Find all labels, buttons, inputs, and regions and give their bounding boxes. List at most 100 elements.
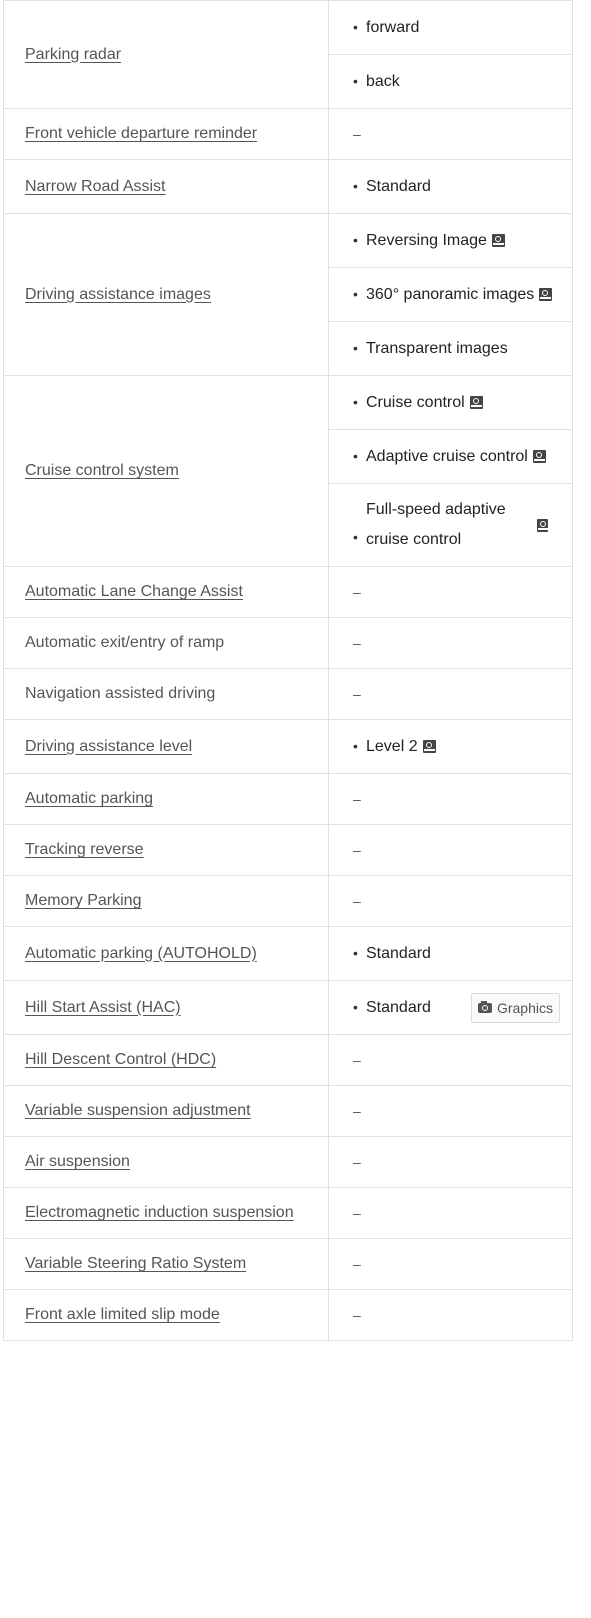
spec-name-cell: Automatic parking (AUTOHOLD) (3, 926, 329, 981)
spec-value-empty: – (353, 125, 361, 142)
spec-name-link[interactable]: Automatic parking (25, 790, 153, 807)
spec-option: • Standard (329, 160, 572, 213)
spec-value-cell: • forward • back (328, 0, 573, 109)
spec-name-link[interactable]: Electromagnetic induction suspension (25, 1204, 294, 1221)
spec-value-cell: – (328, 566, 573, 618)
spec-value-empty: – (353, 1204, 361, 1221)
spec-name-cell: Automatic Lane Change Assist (3, 566, 329, 618)
spec-row-variable-steering-ratio-system: Variable Steering Ratio System – (3, 1238, 573, 1290)
spec-option: • Level 2 (329, 720, 572, 773)
spec-value-cell: – (328, 1187, 573, 1239)
spec-option: • Cruise control (329, 376, 572, 429)
spec-row-automatic-exit-entry-of-ramp: Automatic exit/entry of ramp – (3, 617, 573, 669)
spec-value-cell: – (328, 875, 573, 927)
spec-value-empty: – (353, 841, 361, 858)
spec-option-text: back (366, 73, 400, 90)
bullet-marker: • (353, 286, 358, 302)
spec-value-cell: – (328, 668, 573, 720)
spec-value-empty: – (353, 685, 361, 702)
spec-value-empty: – (353, 634, 361, 651)
image-preview-icon[interactable] (536, 518, 550, 532)
spec-row-air-suspension: Air suspension – (3, 1136, 573, 1188)
spec-value-cell: – (328, 108, 573, 160)
spec-name-link[interactable]: Variable suspension adjustment (25, 1102, 251, 1119)
spec-option-text: Standard (366, 999, 431, 1016)
spec-name-link[interactable]: Front vehicle departure reminder (25, 125, 257, 142)
spec-name-link[interactable]: Parking radar (25, 46, 121, 63)
spec-value-cell: • Standard Graphics (328, 980, 573, 1035)
spec-option: • back (329, 54, 572, 108)
spec-value-empty: – (353, 1153, 361, 1170)
spec-value-empty: – (353, 583, 361, 600)
spec-value-cell: – (328, 824, 573, 876)
spec-option: • 360° panoramic images (329, 267, 572, 321)
spec-value-empty: – (353, 1051, 361, 1068)
spec-value-cell: – (328, 1085, 573, 1137)
spec-option: • Standard (329, 927, 572, 980)
spec-name-link[interactable]: Narrow Road Assist (25, 178, 166, 195)
spec-value-empty: – (353, 892, 361, 909)
spec-name-link[interactable]: Driving assistance level (25, 738, 192, 755)
spec-value-cell: • Level 2 (328, 719, 573, 774)
spec-name-link[interactable]: Automatic Lane Change Assist (25, 583, 243, 600)
spec-name-link[interactable]: Driving assistance images (25, 286, 211, 303)
image-preview-icon[interactable] (532, 450, 546, 463)
spec-name-cell: Automatic exit/entry of ramp (3, 617, 329, 669)
image-preview-icon[interactable] (469, 396, 483, 409)
spec-name-link[interactable]: Automatic parking (AUTOHOLD) (25, 945, 257, 962)
spec-name-label: Automatic exit/entry of ramp (25, 634, 225, 651)
spec-row-automatic-parking: Automatic parking – (3, 773, 573, 825)
image-preview-icon[interactable] (422, 740, 436, 753)
spec-option-text: Standard (366, 945, 431, 962)
spec-name-cell: Variable Steering Ratio System (3, 1238, 329, 1290)
bullet-marker: • (353, 19, 358, 35)
spec-value-cell: • Cruise control • Adaptive cruise control •… (328, 375, 573, 567)
spec-table: Parking radar • forward • back Front vehicle … (3, 0, 573, 1341)
spec-name-cell: Hill Descent Control (HDC) (3, 1034, 329, 1086)
spec-value-cell: – (328, 617, 573, 669)
spec-row-front-vehicle-departure-reminder: Front vehicle departure reminder – (3, 108, 573, 160)
spec-value-cell: – (328, 773, 573, 825)
spec-option-text: Cruise control (366, 394, 465, 411)
spec-row-tracking-reverse: Tracking reverse – (3, 824, 573, 876)
spec-name-label: Navigation assisted driving (25, 685, 216, 702)
spec-name-link[interactable]: Front axle limited slip mode (25, 1306, 220, 1323)
spec-value-cell: – (328, 1136, 573, 1188)
spec-option-text: Transparent images (366, 340, 508, 357)
spec-option-text: Reversing Image (366, 232, 487, 249)
bullet-marker: • (353, 394, 358, 410)
spec-row-cruise-control-system: Cruise control system • Cruise control • Ada… (3, 375, 573, 567)
spec-name-link[interactable]: Tracking reverse (25, 841, 144, 858)
spec-name-link[interactable]: Memory Parking (25, 892, 141, 909)
bullet-marker: • (353, 999, 358, 1015)
spec-name-cell: Cruise control system (3, 375, 329, 567)
spec-name-link[interactable]: Variable Steering Ratio System (25, 1255, 246, 1272)
camera-icon (477, 1000, 492, 1013)
spec-option-text: forward (366, 19, 420, 36)
bullet-marker: • (353, 738, 358, 754)
spec-row-hill-descent-control-hdc: Hill Descent Control (HDC) – (3, 1034, 573, 1086)
spec-row-electromagnetic-induction-suspension: Electromagnetic induction suspension – (3, 1187, 573, 1239)
spec-name-cell: Variable suspension adjustment (3, 1085, 329, 1137)
spec-name-cell: Front vehicle departure reminder (3, 108, 329, 160)
spec-table-body: Parking radar • forward • back Front vehicle … (3, 0, 573, 1341)
spec-name-cell: Hill Start Assist (HAC) (3, 980, 329, 1035)
bullet-marker: • (353, 448, 358, 464)
spec-name-link[interactable]: Cruise control system (25, 462, 179, 479)
spec-name-cell: Driving assistance images (3, 213, 329, 376)
spec-row-navigation-assisted-driving: Navigation assisted driving – (3, 668, 573, 720)
graphics-button[interactable]: Graphics (470, 992, 560, 1023)
spec-name-cell: Front axle limited slip mode (3, 1289, 329, 1341)
spec-name-link[interactable]: Air suspension (25, 1153, 130, 1170)
image-preview-icon[interactable] (539, 288, 553, 301)
spec-option: • forward (329, 1, 572, 54)
spec-row-hill-start-assist-hac: Hill Start Assist (HAC) • Standard Graphics (3, 980, 573, 1035)
spec-option: • Full-speed adaptive cruise control (329, 483, 572, 566)
spec-name-cell: Driving assistance level (3, 719, 329, 774)
image-preview-icon[interactable] (491, 234, 505, 247)
spec-name-link[interactable]: Hill Start Assist (HAC) (25, 999, 181, 1016)
spec-value-cell: – (328, 1034, 573, 1086)
bullet-marker: • (353, 178, 358, 194)
spec-value-cell: • Standard (328, 159, 573, 214)
spec-name-link[interactable]: Hill Descent Control (HDC) (25, 1051, 216, 1068)
